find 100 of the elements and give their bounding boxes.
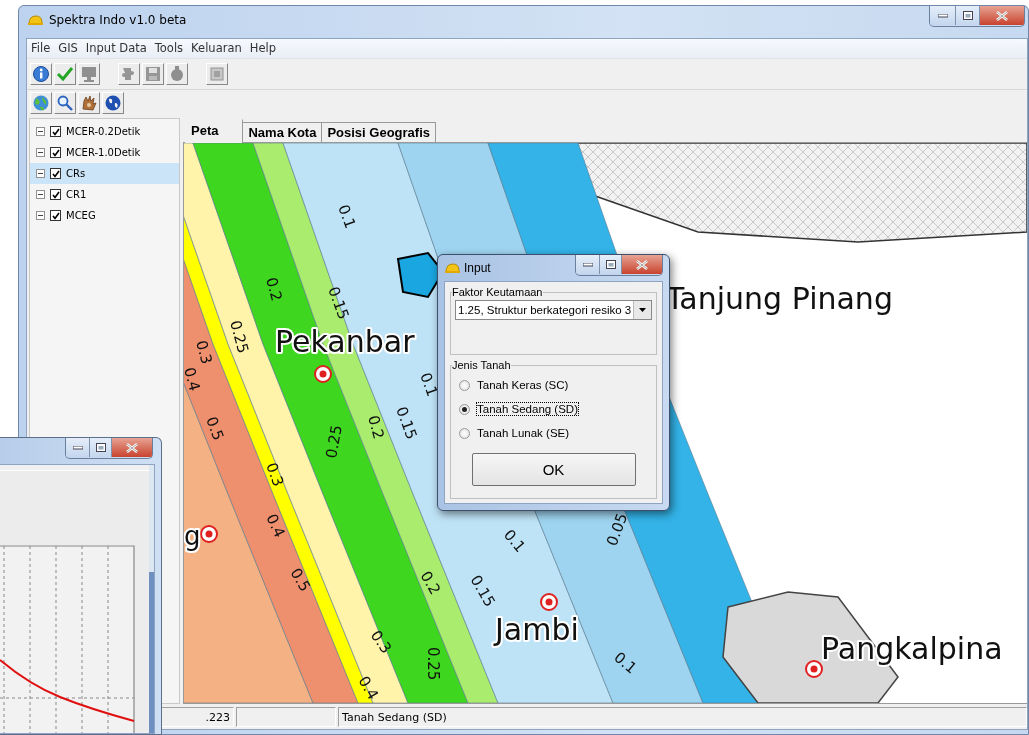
- contour-label: 0.4: [262, 511, 289, 541]
- toolbar-button[interactable]: [54, 92, 76, 114]
- helmet-icon: [27, 14, 43, 26]
- dropdown-field[interactable]: 1.25, Struktur berkategori resiko 3: [455, 300, 652, 320]
- maximize-icon: [962, 11, 973, 20]
- layer-row[interactable]: CRs: [30, 163, 179, 184]
- maximize-icon: [95, 443, 106, 452]
- layer-row[interactable]: MCER-1.0Detik: [30, 142, 179, 163]
- contour-label: 0.25: [322, 423, 346, 460]
- toolbar-button[interactable]: [54, 63, 76, 85]
- layer-checkbox[interactable]: [50, 126, 61, 137]
- layer-label: MCEG: [66, 210, 96, 221]
- menu-item[interactable]: Keluaran: [187, 40, 246, 57]
- dialog-title: Input: [464, 261, 491, 275]
- contour-label: 0.5: [202, 414, 228, 443]
- tab[interactable]: Peta: [185, 119, 244, 143]
- contour-label: 0.1: [416, 370, 442, 399]
- layer-checkbox[interactable]: [50, 210, 61, 221]
- radio-button[interactable]: [459, 379, 470, 391]
- helmet-icon: [444, 262, 460, 274]
- contour-label: 0.1: [499, 526, 530, 556]
- globe-icon: [32, 94, 50, 112]
- close-button[interactable]: [112, 438, 152, 457]
- radio-label[interactable]: Tanah Sedang (SD): [477, 403, 578, 415]
- close-button[interactable]: [980, 6, 1024, 25]
- layer-label: MCER-1.0Detik: [66, 147, 141, 158]
- window-title: Spektra Indo v1.0 beta: [49, 13, 187, 27]
- contour-label: 0.15: [324, 284, 353, 322]
- menu-item[interactable]: Help: [245, 40, 280, 57]
- contour-label: 0.1: [334, 202, 360, 231]
- layer-checkbox[interactable]: [50, 189, 61, 200]
- contour-label: 0.25: [424, 647, 442, 681]
- maximize-button[interactable]: [956, 6, 980, 25]
- monitor-icon: [80, 65, 98, 83]
- maximize-icon: [605, 260, 616, 269]
- toolbar-button[interactable]: [102, 92, 124, 114]
- contour-label: 0.25: [226, 318, 253, 356]
- radio-button[interactable]: [459, 427, 470, 439]
- menu-item[interactable]: File: [27, 40, 55, 57]
- city-marker-icon: [200, 525, 218, 543]
- toolbar-button[interactable]: [30, 92, 52, 114]
- check-icon: [56, 65, 74, 83]
- search-icon: [56, 94, 74, 112]
- layer-label: MCER-0.2Detik: [66, 126, 141, 137]
- layer-row[interactable]: MCER-0.2Detik: [30, 121, 179, 142]
- contour-label: 0.2: [262, 275, 286, 304]
- status-panel: Tanah Sedang (SD): [338, 707, 1027, 727]
- collapse-icon[interactable]: [36, 190, 45, 199]
- radio-label[interactable]: Tanah Lunak (SE): [477, 427, 570, 439]
- ok-button[interactable]: OK: [471, 453, 636, 486]
- contour-label: 0.15: [392, 404, 421, 442]
- toolbar-button[interactable]: [78, 92, 100, 114]
- contour-label: 0.05: [602, 510, 632, 549]
- hand-icon: [80, 94, 98, 112]
- contour-label: 0.4: [354, 673, 383, 703]
- collapse-icon[interactable]: [36, 169, 45, 178]
- maximize-button[interactable]: [600, 255, 622, 274]
- close-icon: [996, 10, 1008, 21]
- contour-label: 0.3: [192, 338, 216, 367]
- city-marker-icon: [805, 660, 823, 678]
- info-icon: [32, 65, 50, 83]
- layer-label: CRs: [66, 168, 86, 179]
- minimize-icon: [582, 262, 593, 267]
- menu-item[interactable]: Tools: [150, 40, 188, 57]
- contour-label: 0.1: [610, 648, 641, 678]
- pot-icon: [168, 65, 186, 83]
- city-marker-icon: [540, 593, 558, 611]
- group-label: Jenis Tanah: [452, 359, 511, 371]
- maximize-button[interactable]: [90, 438, 112, 457]
- layer-label: CR1: [66, 189, 87, 200]
- menu-item[interactable]: Input Data: [81, 40, 151, 57]
- city-label: Jambi: [495, 612, 579, 647]
- earth-icon: [104, 94, 122, 112]
- close-icon: [126, 442, 138, 453]
- collapse-icon[interactable]: [36, 127, 45, 136]
- layer-row[interactable]: CR1: [30, 184, 179, 205]
- collapse-icon[interactable]: [36, 211, 45, 220]
- group-label: Faktor Keutamaan: [452, 286, 543, 298]
- contour-label: 0.2: [364, 413, 388, 442]
- collapse-icon[interactable]: [36, 148, 45, 157]
- close-button[interactable]: [622, 255, 662, 274]
- layer-checkbox[interactable]: [50, 168, 61, 179]
- menu-item[interactable]: GIS: [54, 40, 82, 57]
- contour-label: 0.3: [366, 626, 396, 657]
- radio-label[interactable]: Tanah Keras (SC): [477, 379, 569, 391]
- contour-label: 0.4: [184, 365, 204, 394]
- frame-icon: [208, 65, 226, 83]
- layer-row[interactable]: MCEG: [30, 205, 179, 226]
- minimize-icon: [937, 13, 948, 18]
- toolbar-button[interactable]: [30, 63, 52, 85]
- city-label: Tanjung Pinang: [666, 281, 893, 316]
- scrollbar[interactable]: [149, 465, 154, 733]
- minimize-icon: [72, 445, 83, 450]
- close-icon: [636, 259, 648, 270]
- contour-label: 0.2: [416, 568, 445, 598]
- layer-checkbox[interactable]: [50, 147, 61, 158]
- tab[interactable]: Posisi Geografis: [321, 122, 436, 143]
- radio-button[interactable]: [459, 403, 470, 415]
- save-icon: [144, 65, 162, 83]
- contour-label: 0.5: [286, 565, 315, 595]
